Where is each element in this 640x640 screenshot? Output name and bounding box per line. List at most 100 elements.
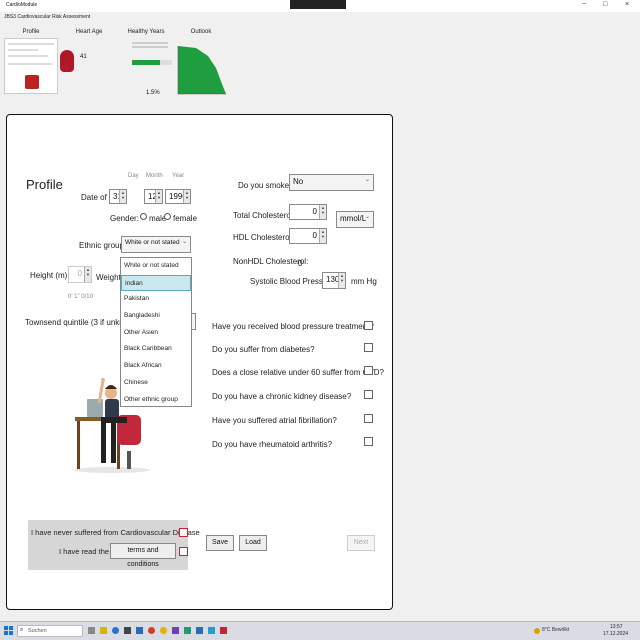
heart-icon	[60, 50, 74, 72]
nonhdl-label: NonHDL Cholesterol:	[233, 257, 309, 266]
terms-button[interactable]: terms and conditions	[110, 543, 176, 568]
nonhdl-value: 0	[298, 259, 303, 268]
healthy-years-value: 1.5%	[146, 90, 160, 96]
app-icon[interactable]	[196, 627, 203, 634]
hdl-field[interactable]: 0 ▲ ▼	[289, 228, 327, 244]
month-field[interactable]: 12 ▲ ▼	[144, 189, 163, 204]
terms-checkbox[interactable]	[179, 547, 188, 556]
never-cvd-checkbox[interactable]	[179, 528, 188, 537]
consent-box: I have never suffered from Cardiovascula…	[28, 520, 200, 570]
chevron-down-icon: ⌄	[364, 177, 370, 183]
kidney-disease-checkbox[interactable]	[364, 390, 373, 399]
total-cholesterol-field[interactable]: 0 ▲ ▼	[289, 204, 327, 220]
weather-text: 8°C Bewölkt	[542, 627, 570, 633]
taskbar-search[interactable]: ⌕ Suchen	[17, 625, 83, 637]
task-view-icon[interactable]	[88, 627, 95, 634]
windows-start-icon[interactable]	[4, 626, 14, 636]
smoke-label: Do you smoke?	[238, 181, 294, 190]
app-title: JBS3 Cardiovascular Risk Assessment	[4, 14, 91, 20]
file-explorer-icon[interactable]	[100, 627, 107, 634]
day-field[interactable]: 31 ▲ ▼	[109, 189, 127, 204]
year-field[interactable]: 1990 ▲ ▼	[165, 189, 191, 204]
tab-outlook[interactable]: Outlook	[171, 29, 231, 35]
clock-date: 17.12.2024	[603, 631, 629, 637]
chrome-icon[interactable]	[160, 627, 167, 634]
ethnic-option[interactable]: Black African	[121, 358, 191, 375]
rheumatoid-arthritis-checkbox[interactable]	[364, 437, 373, 446]
ethnic-option[interactable]: White or not stated	[121, 258, 191, 275]
year-hint: Year	[172, 173, 185, 179]
question-kidney-disease: Do you have a chronic kidney disease?	[212, 392, 352, 401]
family-cvd-checkbox[interactable]	[364, 366, 373, 375]
profile-thumbnail[interactable]	[4, 38, 58, 94]
clock-time: 13:57	[610, 624, 623, 630]
store-icon[interactable]	[124, 627, 131, 634]
outlook-chart	[177, 46, 226, 95]
female-radio[interactable]	[164, 213, 171, 220]
ethnic-dropdown-list[interactable]: White or not stated Indian Pakistan Bang…	[120, 257, 192, 407]
ethnic-select[interactable]: White or not stated ⌄	[121, 236, 191, 253]
never-cvd-label: I have never suffered from Cardiovascula…	[31, 528, 200, 537]
tab-heart-age[interactable]: Heart Age	[59, 29, 119, 35]
sbp-unit: mm Hg	[351, 277, 377, 286]
maximize-button[interactable]: □	[603, 1, 607, 8]
load-button[interactable]: Load	[239, 535, 267, 551]
height-imperial-hint: 0' 1" 0/10	[68, 294, 93, 300]
recording-toolbar	[290, 0, 346, 9]
question-bp-treatment: Have you received blood pressure treatme…	[212, 322, 374, 331]
read-the-label: I have read the	[59, 547, 110, 556]
ethnic-option[interactable]: Other Asien	[121, 325, 191, 342]
edge-icon[interactable]	[112, 627, 119, 634]
height-field[interactable]: 0 ▲ ▼	[68, 266, 92, 283]
ethnic-option-selected[interactable]: Indian	[121, 274, 191, 292]
tab-profile[interactable]: Profile	[1, 29, 61, 35]
heart-age-value: 41	[80, 54, 87, 60]
female-label: female	[173, 214, 198, 223]
save-button[interactable]: Save	[206, 535, 234, 551]
question-diabetes: Do you suffer from diabetes?	[212, 345, 315, 354]
next-button[interactable]: Next	[347, 535, 375, 551]
ethnic-option[interactable]: Black Caribbean	[121, 341, 191, 358]
healthy-years-text	[132, 40, 168, 54]
ethnic-option[interactable]: Other ethnic group	[121, 392, 191, 409]
app-name: CardioModule	[6, 2, 38, 8]
sbp-field[interactable]: 130 ▲ ▼	[322, 272, 346, 289]
bp-treatment-checkbox[interactable]	[364, 321, 373, 330]
chevron-down-icon: ⌄	[181, 239, 187, 245]
question-family-cvd: Does a close relative under 60 suffer fr…	[212, 368, 384, 377]
app-icon[interactable]	[172, 627, 179, 634]
browser-icon[interactable]	[148, 627, 155, 634]
app-icon[interactable]	[208, 627, 215, 634]
close-button[interactable]: ×	[625, 1, 629, 8]
month-hint: Month	[146, 173, 163, 179]
search-placeholder: Suchen	[28, 628, 47, 634]
day-hint: Day	[128, 173, 139, 179]
cardiomodule-icon[interactable]	[220, 627, 227, 634]
profile-panel: Profile Day Month Year Date of Birth 31 ▲…	[6, 114, 393, 610]
ethnic-option[interactable]: Bangladeshi	[121, 308, 191, 325]
atrial-fibrillation-checkbox[interactable]	[364, 414, 373, 423]
weather-icon	[534, 628, 540, 634]
smoke-select[interactable]: No ⌄	[289, 174, 374, 191]
question-atrial-fibrillation: Have you suffered atrial fibrillation?	[212, 416, 337, 425]
total-cholesterol-label: Total Cholesterol:	[233, 211, 295, 220]
question-rheumatoid-arthritis: Do you have rheumatoid arthritis?	[212, 440, 333, 449]
ethnic-option[interactable]: Chinese	[121, 375, 191, 392]
cholesterol-unit-select[interactable]: mmol/L ⌄	[336, 211, 374, 228]
diabetes-checkbox[interactable]	[364, 343, 373, 352]
page-title: Profile	[26, 177, 63, 192]
gender-label: Gender:	[110, 214, 139, 223]
app-icon[interactable]	[184, 627, 191, 634]
ethnic-option[interactable]: Pakistan	[121, 291, 191, 308]
healthy-years-bar	[132, 60, 172, 65]
taskbar: ⌕ Suchen 8°C Bewölkt 13:57 17.12.2024	[0, 621, 640, 640]
tab-healthy-years[interactable]: Healthy Years	[116, 29, 176, 35]
ethnic-label: Ethnic group	[79, 241, 124, 250]
height-label: Height (m):	[30, 271, 70, 280]
hdl-label: HDL Cholesterol:	[233, 233, 294, 242]
mail-icon[interactable]	[136, 627, 143, 634]
search-icon: ⌕	[20, 627, 24, 633]
minimize-button[interactable]: −	[582, 1, 586, 8]
male-radio[interactable]	[140, 213, 147, 220]
chevron-down-icon: ⌄	[364, 214, 370, 220]
